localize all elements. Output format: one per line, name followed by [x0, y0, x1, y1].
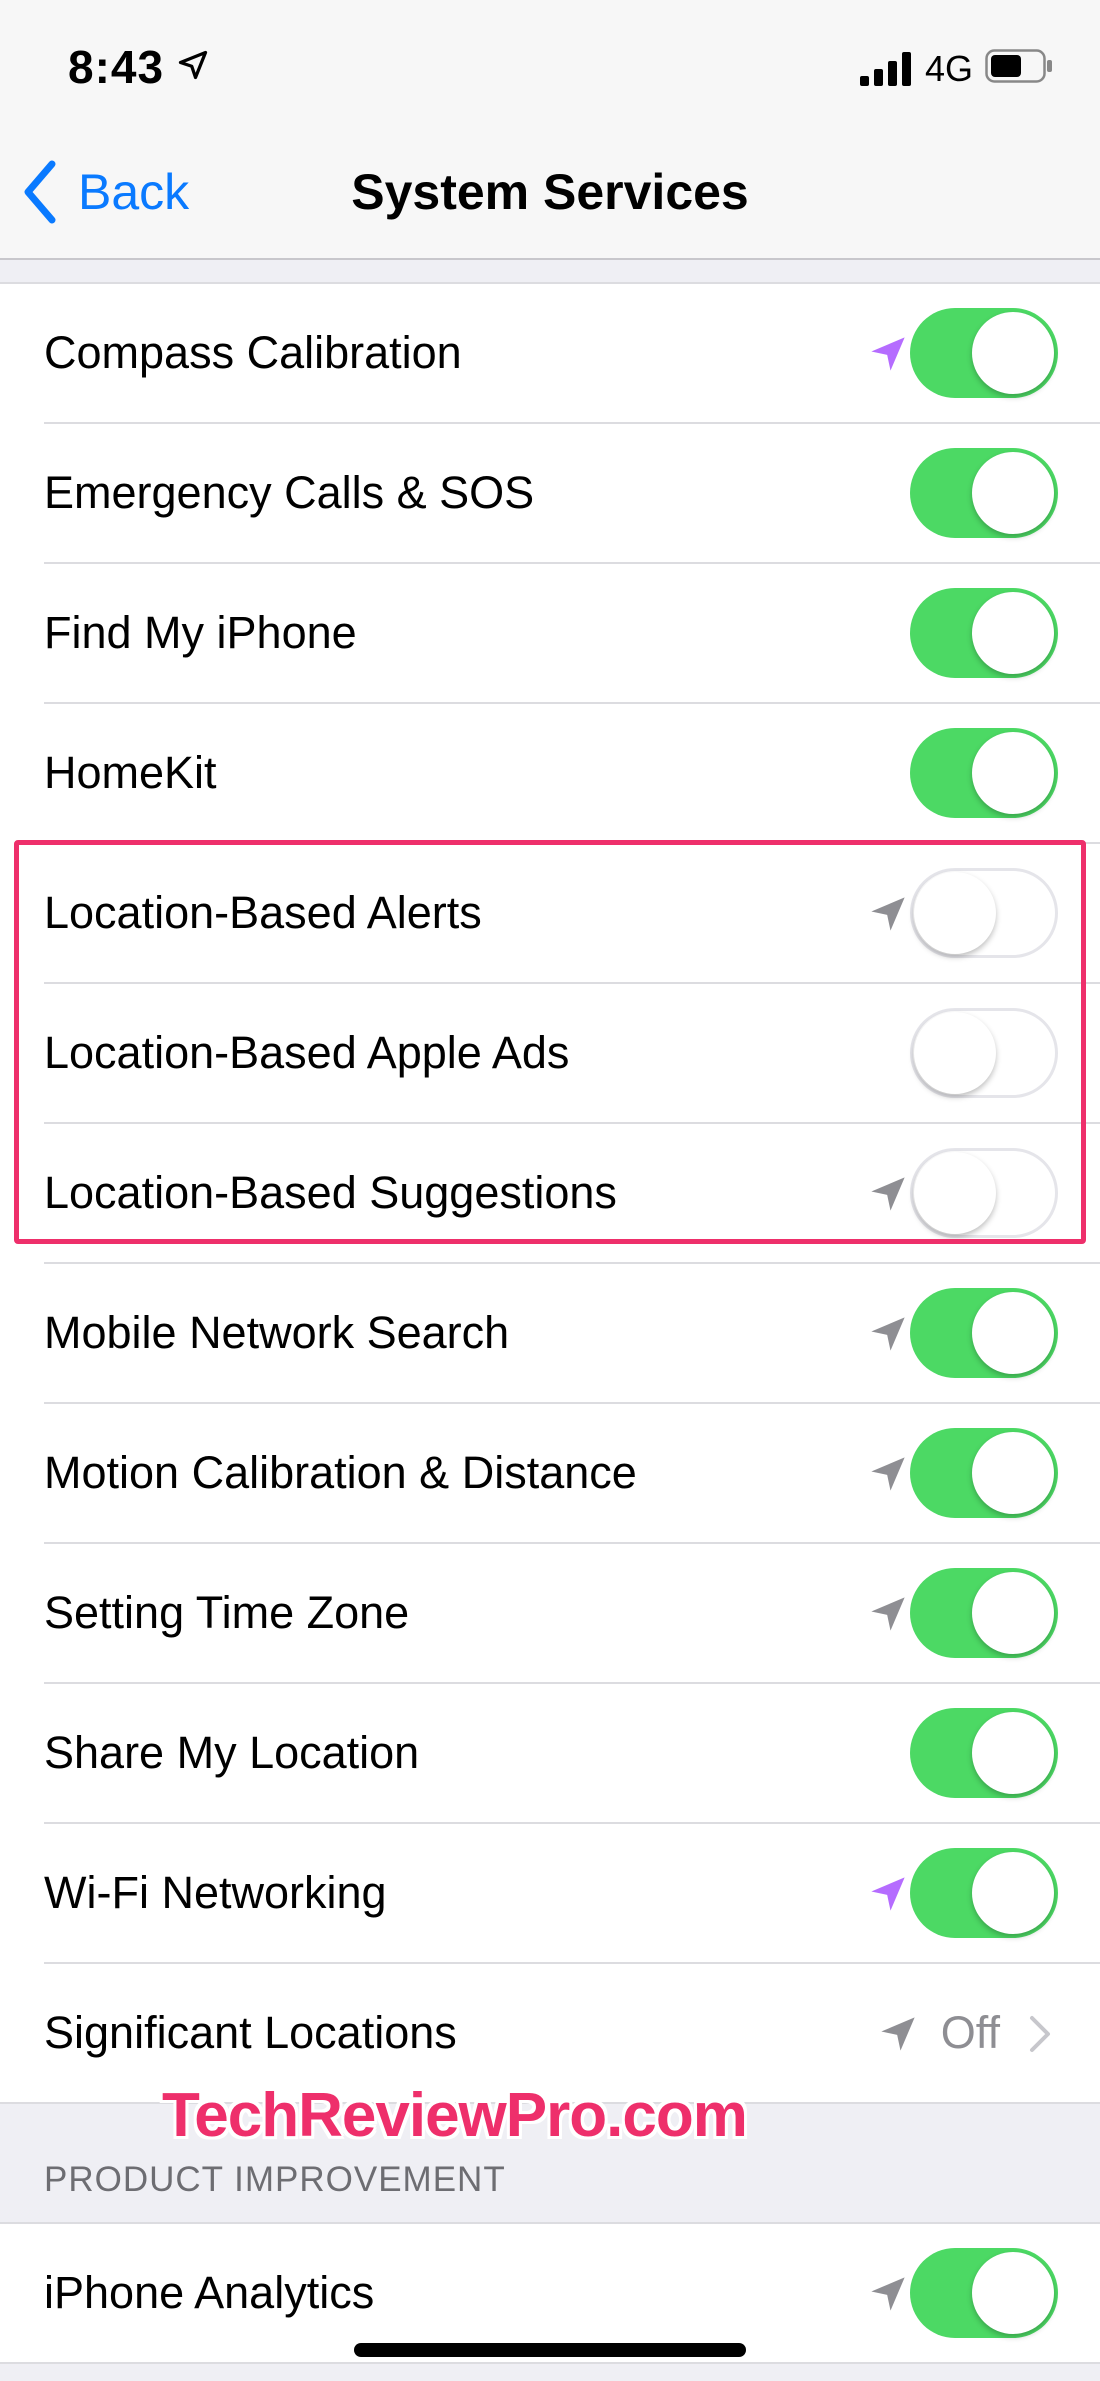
- location-arrow-icon: [871, 1597, 905, 1631]
- navigation-bar: Back System Services: [0, 130, 1100, 260]
- status-time: 8:43: [68, 41, 165, 93]
- page-title: System Services: [351, 164, 749, 220]
- location-arrow-icon: [871, 1317, 905, 1351]
- row-label: Location-Based Suggestions: [44, 1167, 617, 1218]
- toggle-share-my-location[interactable]: [910, 1708, 1058, 1798]
- settings-row-location-based-alerts: Location-Based Alerts: [44, 844, 1100, 984]
- section-header: PRODUCT IMPROVEMENT: [44, 2160, 506, 2199]
- toggle-motion-calibration-and-distance[interactable]: [910, 1428, 1058, 1518]
- row-label: HomeKit: [44, 747, 217, 798]
- row-label: Wi-Fi Networking: [44, 1867, 387, 1918]
- row-value: Off: [940, 2007, 1000, 2058]
- row-label: Location-Based Apple Ads: [44, 1027, 570, 1078]
- battery-icon: [985, 49, 1052, 83]
- location-arrow-icon: [871, 897, 905, 931]
- toggle-knob: [972, 732, 1054, 814]
- toggle-knob: [972, 1572, 1054, 1654]
- row-label: Compass Calibration: [44, 327, 462, 378]
- row-label: Location-Based Alerts: [44, 887, 482, 938]
- settings-row-motion-calibration-and-distance: Motion Calibration & Distance: [44, 1404, 1100, 1544]
- row-label: Setting Time Zone: [44, 1587, 410, 1638]
- toggle-knob: [914, 1012, 996, 1094]
- watermark: TechReviewPro.com: [162, 2081, 748, 2150]
- settings-row-homekit: HomeKit: [44, 704, 1100, 844]
- toggle-wi-fi-networking[interactable]: [910, 1848, 1058, 1938]
- toggle-location-based-suggestions[interactable]: [910, 1148, 1058, 1238]
- row-label: Share My Location: [44, 1727, 420, 1778]
- toggle-knob: [972, 1292, 1054, 1374]
- settings-row-mobile-network-search: Mobile Network Search: [44, 1264, 1100, 1404]
- settings-row-setting-time-zone: Setting Time Zone: [44, 1544, 1100, 1684]
- toggle-knob: [972, 312, 1054, 394]
- location-status-icon: [178, 50, 208, 80]
- settings-row-iphone-analytics: iPhone Analytics: [44, 2224, 1100, 2362]
- chevron-right-icon: [1030, 2016, 1050, 2052]
- toggle-location-based-apple-ads[interactable]: [910, 1008, 1058, 1098]
- location-arrow-icon: [871, 1177, 905, 1211]
- row-label: iPhone Analytics: [44, 2267, 375, 2318]
- row-label: Emergency Calls & SOS: [44, 467, 535, 518]
- network-type: 4G: [925, 48, 974, 89]
- settings-row-share-my-location: Share My Location: [44, 1684, 1100, 1824]
- toggle-location-based-alerts[interactable]: [910, 868, 1058, 958]
- toggle-mobile-network-search[interactable]: [910, 1288, 1058, 1378]
- toggle-knob: [972, 452, 1054, 534]
- system-services-list: Compass Calibration Emergency Calls & SOS…: [0, 282, 1100, 2104]
- toggle-knob: [972, 2252, 1054, 2334]
- home-indicator: [354, 2343, 746, 2357]
- settings-row-find-my-iphone: Find My iPhone: [44, 564, 1100, 704]
- toggle-knob: [914, 1152, 996, 1234]
- toggle-setting-time-zone[interactable]: [910, 1568, 1058, 1658]
- status-bar: 8:43 4G: [0, 0, 1100, 130]
- toggle-knob: [972, 1852, 1054, 1934]
- toggle-knob: [972, 1712, 1054, 1794]
- row-label: Motion Calibration & Distance: [44, 1447, 637, 1498]
- settings-row-wi-fi-networking: Wi-Fi Networking: [44, 1824, 1100, 1964]
- location-arrow-icon: [871, 337, 905, 371]
- settings-row-location-based-suggestions: Location-Based Suggestions: [44, 1124, 1100, 1264]
- toggle-find-my-iphone[interactable]: [910, 588, 1058, 678]
- toggle-knob: [972, 592, 1054, 674]
- location-arrow-icon: [871, 1877, 905, 1911]
- settings-row-emergency-calls-and-sos: Emergency Calls & SOS: [44, 424, 1100, 564]
- location-arrow-icon: [871, 1457, 905, 1491]
- location-arrow-icon: [881, 2017, 915, 2051]
- location-arrow-icon: [871, 2277, 905, 2311]
- row-label: Mobile Network Search: [44, 1307, 510, 1358]
- toggle-homekit[interactable]: [910, 728, 1058, 818]
- toggle-knob: [972, 1432, 1054, 1514]
- signal-icon: [860, 52, 911, 86]
- toggle-compass-calibration[interactable]: [910, 308, 1058, 398]
- row-label: Find My iPhone: [44, 607, 357, 658]
- settings-row-location-based-apple-ads: Location-Based Apple Ads: [44, 984, 1100, 1124]
- toggle-iphone-analytics[interactable]: [910, 2248, 1058, 2338]
- settings-row-compass-calibration: Compass Calibration: [44, 284, 1100, 424]
- toggle-knob: [914, 872, 996, 954]
- toggle-emergency-calls-and-sos[interactable]: [910, 448, 1058, 538]
